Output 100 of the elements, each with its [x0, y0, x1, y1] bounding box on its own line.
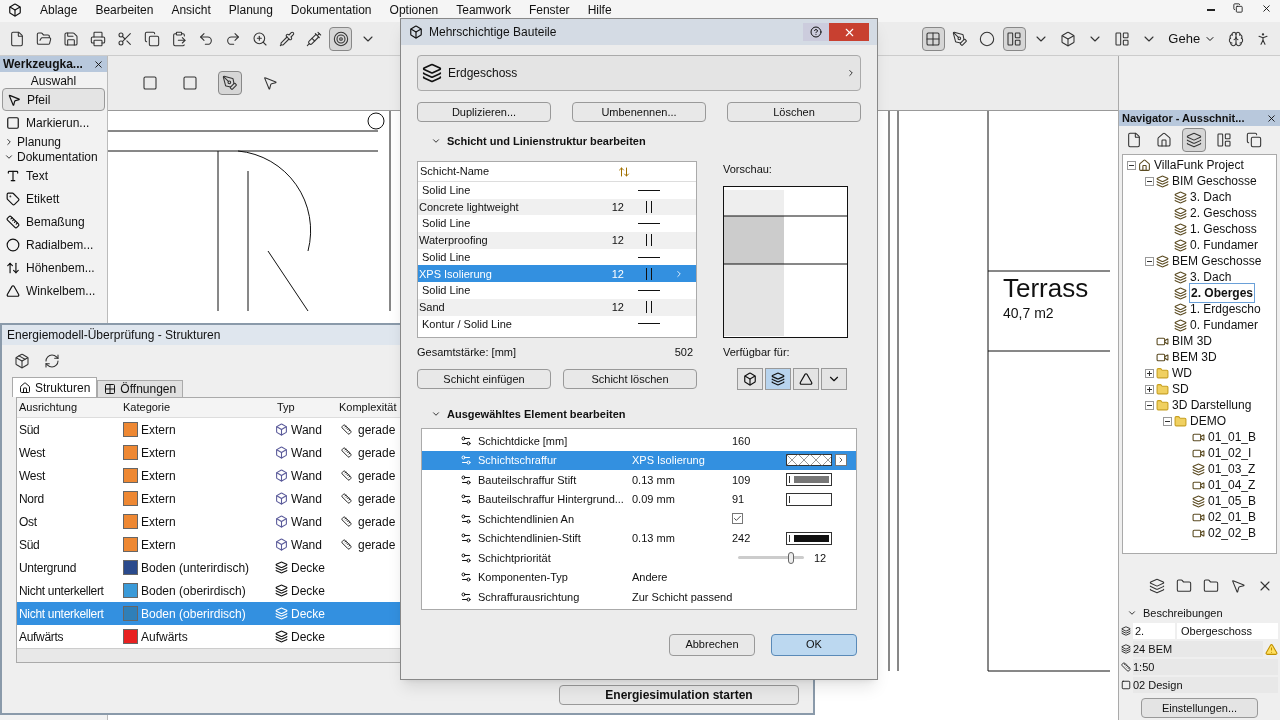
- close-icon[interactable]: [1266, 112, 1277, 124]
- section-header[interactable]: Ausgewähltes Element bearbeiten: [447, 405, 626, 423]
- pen-swatch[interactable]: [786, 492, 832, 506]
- property-row[interactable]: Schichtpriorität 12: [422, 548, 856, 568]
- tree-item[interactable]: 01_02_I: [1207, 444, 1253, 462]
- tree-item[interactable]: DEMO: [1189, 412, 1227, 430]
- roof-toggle[interactable]: [793, 368, 819, 390]
- layer-row[interactable]: Solid Line: [418, 182, 696, 199]
- close-button[interactable]: [829, 23, 869, 41]
- design-field[interactable]: 02 Design: [1133, 676, 1278, 694]
- grid-icon[interactable]: [921, 26, 945, 51]
- property-row[interactable]: Komponenten-Typ Andere: [422, 567, 856, 587]
- tree-item[interactable]: BIM 3D: [1171, 332, 1213, 350]
- composite-selector[interactable]: Erdgeschoss: [417, 55, 861, 91]
- hatch-swatch[interactable]: [786, 454, 832, 467]
- property-row[interactable]: Schichtendlinien An: [422, 509, 856, 529]
- tool-item[interactable]: Bemaßung: [2, 210, 105, 233]
- layer-row[interactable]: Solid Line: [418, 215, 696, 233]
- dialog-button[interactable]: Löschen: [727, 102, 861, 122]
- tree-item[interactable]: 3. Dach: [1189, 188, 1233, 206]
- menu-item[interactable]: Ablage: [40, 3, 78, 17]
- tool-item[interactable]: Etikett: [2, 187, 105, 210]
- priority-slider[interactable]: [738, 551, 804, 564]
- checkbox[interactable]: [732, 513, 743, 525]
- column-header[interactable]: Komplexität: [337, 399, 403, 416]
- layer-row[interactable]: Solid Line: [418, 248, 696, 266]
- column-header[interactable]: Schicht-Name: [420, 163, 490, 180]
- pen-swatch[interactable]: [786, 473, 832, 487]
- tree-item[interactable]: 0. Fundamer: [1189, 316, 1260, 334]
- property-row[interactable]: Bauteilschraffur Hintergrund... 0.09 mm 91: [422, 489, 856, 509]
- settings-button[interactable]: Einstellungen...: [1141, 698, 1258, 718]
- tree-item[interactable]: 2. Geschoss: [1189, 204, 1258, 222]
- tree-item[interactable]: 3. Dach: [1189, 268, 1233, 286]
- shell-toggle[interactable]: [821, 368, 847, 390]
- start-simulation-button[interactable]: Energiesimulation starten: [559, 685, 799, 705]
- layer-row[interactable]: Kontur / Solid Line: [418, 315, 696, 333]
- expand-icon[interactable]: [1145, 368, 1154, 378]
- layer-row[interactable]: Concrete lightweight 12: [418, 198, 696, 216]
- tree-item[interactable]: 02_02_B: [1207, 524, 1258, 542]
- close-icon[interactable]: [93, 58, 104, 70]
- tree-item[interactable]: BIM Geschosse: [1171, 172, 1258, 190]
- ok-button[interactable]: OK: [771, 633, 857, 656]
- tool-item[interactable]: Radialbem...: [2, 233, 105, 256]
- tree-item[interactable]: WD: [1171, 364, 1193, 382]
- expanded-icon[interactable]: [1127, 608, 1137, 618]
- wall-toggle[interactable]: [737, 368, 763, 390]
- collapsed-icon[interactable]: [4, 136, 14, 147]
- tree-item[interactable]: 2. Oberges: [1189, 283, 1256, 303]
- menu-item[interactable]: Dokumentation: [290, 3, 372, 17]
- column-header[interactable]: Ausrichtung: [17, 399, 121, 416]
- pen-swatch[interactable]: [786, 531, 832, 545]
- tool-item[interactable]: Winkelbem...: [2, 279, 105, 302]
- collapse-icon[interactable]: [1145, 176, 1154, 186]
- menu-item[interactable]: Optionen: [389, 3, 439, 17]
- collapse-icon[interactable]: [1145, 400, 1154, 410]
- goto-dropdown[interactable]: Gehe: [1164, 28, 1221, 49]
- layer-row[interactable]: Sand 12: [418, 298, 696, 316]
- input-field[interactable]: 2.: [1133, 622, 1175, 640]
- tree-item[interactable]: 01_05_B: [1207, 492, 1258, 510]
- help-button[interactable]: [803, 23, 829, 41]
- layer-set-field[interactable]: 24 BEM: [1133, 640, 1263, 658]
- tool-item[interactable]: Pfeil: [2, 88, 105, 111]
- submenu-icon[interactable]: [835, 454, 847, 467]
- menu-item[interactable]: Bearbeiten: [95, 3, 154, 17]
- tool-item[interactable]: Höhenbem...: [2, 256, 105, 279]
- tree-item[interactable]: 0. Fundamer: [1189, 236, 1260, 254]
- collapse-icon[interactable]: [1163, 416, 1172, 426]
- tree-item[interactable]: 01_04_Z: [1207, 476, 1257, 494]
- slab-toggle[interactable]: [765, 368, 791, 390]
- menu-item[interactable]: Fenster: [528, 3, 570, 17]
- tree-item[interactable]: 02_01_B: [1207, 508, 1258, 526]
- layer-button[interactable]: Schicht einfügen: [417, 369, 551, 389]
- section-header[interactable]: Beschreibungen: [1143, 604, 1223, 622]
- collapse-icon[interactable]: [1145, 256, 1154, 266]
- collapse-icon[interactable]: [1127, 160, 1136, 170]
- tool-item[interactable]: Markierun...: [2, 111, 105, 134]
- layer-row[interactable]: Solid Line: [418, 282, 696, 299]
- slider-thumb[interactable]: [787, 551, 794, 564]
- tree-item[interactable]: SD: [1171, 380, 1190, 398]
- dialog-button[interactable]: Duplizieren...: [417, 102, 551, 122]
- expanded-icon[interactable]: [431, 136, 441, 146]
- tree-item[interactable]: 1. Erdgescho: [1189, 300, 1262, 318]
- menu-item[interactable]: Hilfe: [587, 3, 612, 17]
- tree-item[interactable]: BEM 3D: [1171, 348, 1218, 366]
- tab[interactable]: Strukturen: [12, 377, 98, 397]
- cancel-button[interactable]: Abbrechen: [669, 633, 755, 656]
- tree-item[interactable]: 01_03_Z: [1207, 460, 1257, 478]
- scale-field[interactable]: 1:50: [1133, 658, 1278, 676]
- property-row[interactable]: Schichtendlinien-Stift 0.13 mm 242: [422, 528, 856, 548]
- tree-item[interactable]: BEM Geschosse: [1171, 252, 1263, 270]
- tab[interactable]: Öffnungen: [97, 380, 184, 397]
- close-icon[interactable]: [1261, 3, 1272, 14]
- menu-item[interactable]: Planung: [228, 3, 273, 17]
- layer-button[interactable]: Schicht löschen: [563, 369, 697, 389]
- layer-row[interactable]: Waterproofing 12: [418, 232, 696, 249]
- expanded-icon[interactable]: [431, 409, 441, 419]
- column-header[interactable]: Typ: [275, 399, 337, 416]
- menu-item[interactable]: Ansicht: [171, 3, 211, 17]
- column-header[interactable]: Kategorie: [121, 399, 275, 416]
- tree-item[interactable]: 01_01_B: [1207, 428, 1258, 446]
